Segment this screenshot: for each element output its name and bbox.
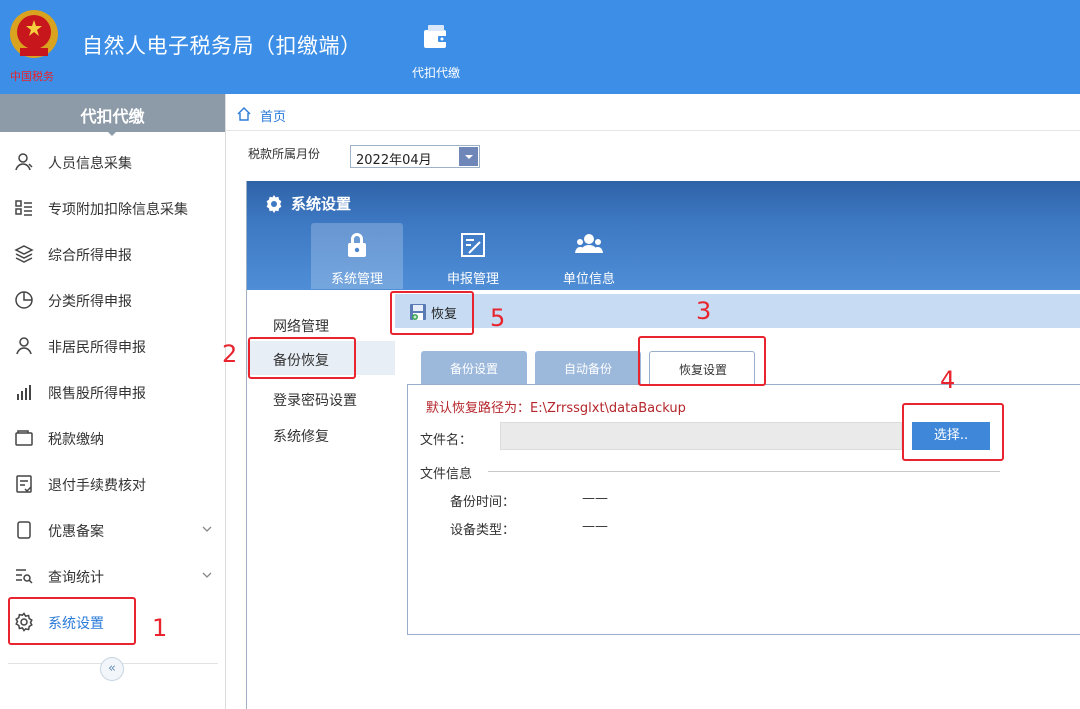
side-menu-label: 系统修复 bbox=[273, 429, 329, 445]
layers-icon bbox=[14, 245, 34, 263]
checklist-icon bbox=[16, 475, 32, 493]
sidebar-item-label: 专项附加扣除信息采集 bbox=[48, 202, 188, 218]
sidebar-item-label: 限售股所得申报 bbox=[48, 386, 146, 402]
file-name-input[interactable] bbox=[500, 422, 902, 450]
sidebar-item-nonresident-income[interactable]: 非居民所得申报 bbox=[0, 326, 225, 366]
sidebar-header: 代扣代缴 bbox=[0, 94, 225, 136]
sidebar-item-tax-payment[interactable]: 税款缴纳 bbox=[0, 418, 225, 458]
pie-icon bbox=[15, 291, 33, 309]
sidebar-item-label: 分类所得申报 bbox=[48, 294, 132, 310]
annotation-step-3: 3 bbox=[696, 297, 712, 325]
list-icon bbox=[15, 200, 32, 216]
breadcrumb-divider bbox=[226, 130, 1080, 131]
tax-month-select[interactable]: 2022年04月 bbox=[350, 145, 480, 168]
top-nav-label: 代扣代缴 bbox=[411, 66, 460, 80]
side-menu-label: 网络管理 bbox=[273, 319, 329, 335]
side-menu-login-password[interactable]: 登录密码设置 bbox=[247, 381, 395, 415]
device-type-label: 设备类型： bbox=[450, 523, 516, 538]
gear-icon bbox=[266, 195, 282, 213]
chevron-down-icon bbox=[202, 526, 212, 532]
tab-label: 单位信息 bbox=[562, 272, 615, 287]
default-restore-path: 默认恢复路径为：E:\Zrrssglxt\dataBackup bbox=[426, 401, 686, 416]
sidebar-item-label: 税款缴纳 bbox=[48, 432, 104, 448]
annotation-step-1: 1 bbox=[152, 614, 168, 642]
side-menu-system-repair[interactable]: 系统修复 bbox=[247, 417, 395, 451]
search-list-icon bbox=[16, 569, 33, 584]
annotation-box-select-button bbox=[902, 403, 1004, 461]
dialog-title: 系统设置 bbox=[291, 195, 352, 213]
chevron-down-icon bbox=[202, 572, 212, 578]
annotation-box-restore-settings bbox=[638, 336, 766, 386]
sidebar-item-label: 综合所得申报 bbox=[48, 248, 132, 264]
group-icon bbox=[575, 234, 603, 253]
svg-text:中国税务: 中国税务 bbox=[10, 69, 54, 83]
sidebar-item-restricted-stock[interactable]: 限售股所得申报 bbox=[0, 372, 225, 412]
dropdown-arrow-icon[interactable] bbox=[459, 147, 478, 166]
person-icon bbox=[15, 153, 33, 171]
sidebar-notch bbox=[104, 128, 120, 136]
collapse-sidebar-button[interactable]: « bbox=[100, 657, 124, 681]
device-type-value: —— bbox=[582, 519, 608, 534]
annotation-box-restore-button bbox=[390, 291, 474, 335]
top-nav-withholding[interactable]: 代扣代缴 bbox=[398, 18, 474, 84]
tab-system-management[interactable]: 系统管理 bbox=[311, 223, 403, 289]
sidebar-item-comprehensive-income[interactable]: 综合所得申报 bbox=[0, 234, 225, 274]
sidebar-item-preferential-filing[interactable]: 优惠备案 bbox=[0, 510, 225, 550]
app-header: 中国税务 自然人电子税务局（扣缴端） 代扣代缴 bbox=[0, 0, 1080, 94]
file-info-divider bbox=[488, 471, 1000, 472]
bar-chart-icon bbox=[17, 385, 31, 400]
tab-auto-backup[interactable]: 自动备份 bbox=[535, 351, 641, 385]
annotation-box-system-settings bbox=[8, 597, 136, 645]
sidebar-item-refund-fee[interactable]: 退付手续费核对 bbox=[0, 464, 225, 504]
tab-unit-info[interactable]: 单位信息 bbox=[543, 223, 635, 289]
tax-month-value: 2022年04月 bbox=[356, 153, 432, 168]
person-outline-icon bbox=[16, 337, 32, 355]
sidebar-item-label: 非居民所得申报 bbox=[48, 340, 146, 356]
tax-month-label: 税款所属月份 bbox=[248, 147, 321, 161]
file-name-label: 文件名： bbox=[420, 433, 473, 448]
annotation-box-backup-restore bbox=[248, 337, 356, 379]
lock-icon bbox=[348, 233, 366, 257]
file-info-label: 文件信息 bbox=[420, 467, 473, 482]
dialog-titlebar: 系统设置 系统管理 申报管理 单位信息 bbox=[247, 181, 1080, 290]
backup-time-value: —— bbox=[582, 491, 608, 506]
sidebar-item-label: 退付手续费核对 bbox=[48, 478, 146, 494]
app-title: 自然人电子税务局（扣缴端） bbox=[82, 34, 362, 58]
sidebar-item-label: 优惠备案 bbox=[48, 524, 104, 540]
edit-doc-icon bbox=[461, 233, 485, 257]
national-emblem-icon: 中国税务 bbox=[10, 10, 58, 83]
document-icon bbox=[17, 521, 31, 539]
sidebar-item-personnel-info[interactable]: 人员信息采集 bbox=[0, 142, 225, 182]
breadcrumb-home[interactable]: 首页 bbox=[260, 106, 286, 125]
annotation-step-2: 2 bbox=[222, 340, 238, 368]
sidebar-item-label: 查询统计 bbox=[48, 570, 104, 586]
tab-declaration-management[interactable]: 申报管理 bbox=[427, 223, 519, 289]
home-icon[interactable] bbox=[236, 106, 252, 122]
annotation-step-5: 5 bbox=[490, 304, 506, 332]
annotation-step-4: 4 bbox=[940, 366, 956, 394]
tab-backup-settings[interactable]: 备份设置 bbox=[421, 351, 527, 385]
tab-label: 系统管理 bbox=[330, 272, 383, 287]
sidebar-item-special-deduction[interactable]: 专项附加扣除信息采集 bbox=[0, 188, 225, 228]
tab-label: 备份设置 bbox=[449, 362, 498, 376]
sidebar-item-label: 人员信息采集 bbox=[48, 156, 132, 172]
wallet-icon bbox=[424, 25, 448, 48]
side-menu-network[interactable]: 网络管理 bbox=[247, 307, 395, 341]
sidebar-title: 代扣代缴 bbox=[80, 107, 145, 126]
sidebar-item-query-stats[interactable]: 查询统计 bbox=[0, 556, 225, 596]
side-menu-label: 登录密码设置 bbox=[273, 393, 357, 409]
sidebar-item-classified-income[interactable]: 分类所得申报 bbox=[0, 280, 225, 320]
tab-label: 自动备份 bbox=[563, 362, 612, 376]
backup-time-label: 备份时间： bbox=[450, 495, 516, 510]
tab-label: 申报管理 bbox=[446, 272, 499, 287]
wallet-icon bbox=[15, 430, 33, 446]
